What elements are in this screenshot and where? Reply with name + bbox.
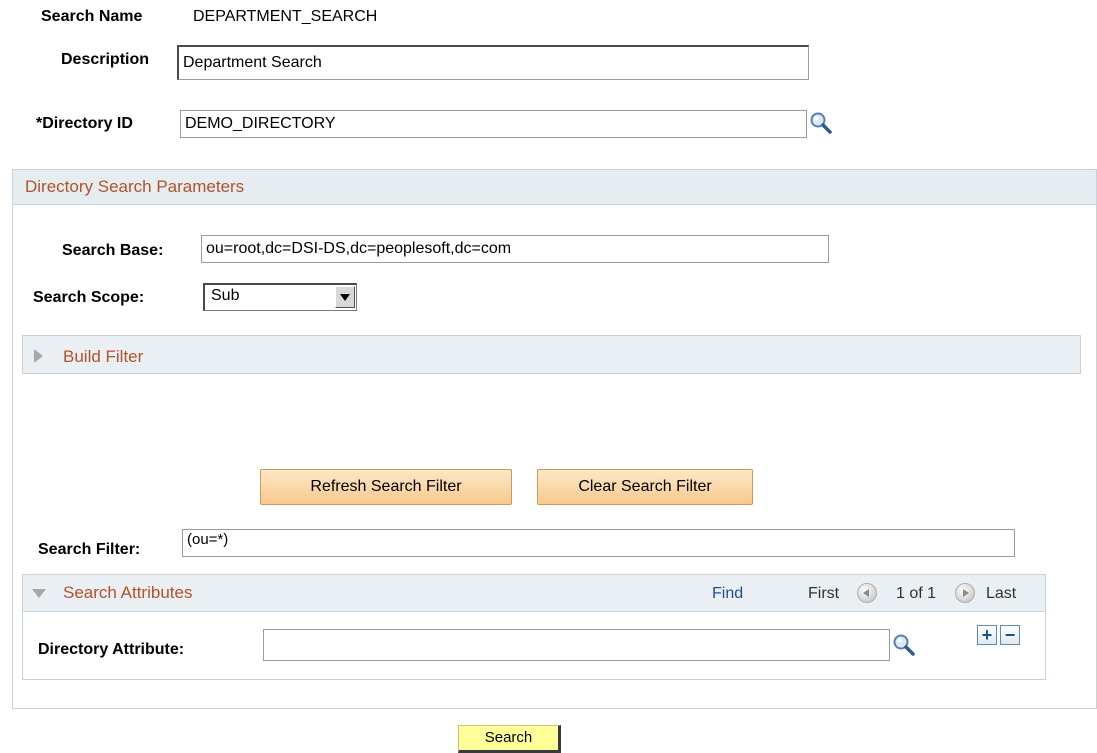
plus-icon: + xyxy=(981,625,993,645)
search-name-value: DEPARTMENT_SEARCH xyxy=(193,8,378,25)
search-base-label: Search Base: xyxy=(62,242,164,259)
search-name-label: Search Name xyxy=(41,8,143,25)
directory-attribute-field[interactable] xyxy=(263,629,890,661)
refresh-search-filter-button[interactable]: Refresh Search Filter xyxy=(260,469,512,505)
section-title: Directory Search Parameters xyxy=(25,177,245,196)
delete-row-button[interactable]: − xyxy=(1000,625,1020,645)
search-scope-value: Sub xyxy=(211,287,240,304)
directory-id-label: *Directory ID xyxy=(36,115,133,132)
first-nav-label[interactable]: First xyxy=(808,585,839,603)
directory-attribute-label: Directory Attribute: xyxy=(38,641,185,658)
search-attributes-title[interactable]: Search Attributes xyxy=(63,583,192,603)
search-base-field[interactable]: ou=root,dc=DSI-DS,dc=peoplesoft,dc=com xyxy=(201,235,829,263)
expand-triangle-icon[interactable] xyxy=(33,348,45,364)
search-button[interactable]: Search xyxy=(458,725,561,753)
search-filter-label: Search Filter: xyxy=(38,541,141,558)
previous-arrow-icon[interactable] xyxy=(857,583,877,603)
build-filter-section[interactable]: Build Filter xyxy=(22,335,1081,374)
last-nav-label[interactable]: Last xyxy=(986,585,1016,603)
lookup-search-icon[interactable] xyxy=(809,111,833,135)
row-range-label: 1 of 1 xyxy=(896,585,937,602)
section-header: Directory Search Parameters xyxy=(13,170,1096,205)
dropdown-arrow-icon[interactable] xyxy=(335,286,355,308)
description-field[interactable]: Department Search xyxy=(177,45,809,80)
search-scope-label: Search Scope: xyxy=(33,289,145,306)
search-attributes-grid: Search Attributes Find First 1 of 1 Last… xyxy=(22,574,1046,680)
build-filter-title[interactable]: Build Filter xyxy=(63,347,143,367)
next-arrow-icon[interactable] xyxy=(955,583,975,603)
clear-search-filter-button[interactable]: Clear Search Filter xyxy=(537,469,753,505)
collapse-triangle-icon[interactable] xyxy=(31,588,47,600)
minus-icon: − xyxy=(1004,625,1016,645)
description-label: Description xyxy=(61,51,150,68)
grid-header: Search Attributes Find First 1 of 1 Last xyxy=(23,575,1045,612)
directory-id-field[interactable]: DEMO_DIRECTORY xyxy=(180,110,807,138)
add-row-button[interactable]: + xyxy=(977,625,997,645)
find-link[interactable]: Find xyxy=(712,585,743,603)
lookup-search-icon[interactable] xyxy=(892,633,916,657)
search-filter-field[interactable]: (ou=*) xyxy=(182,529,1015,557)
search-scope-select[interactable]: Sub xyxy=(203,283,357,311)
